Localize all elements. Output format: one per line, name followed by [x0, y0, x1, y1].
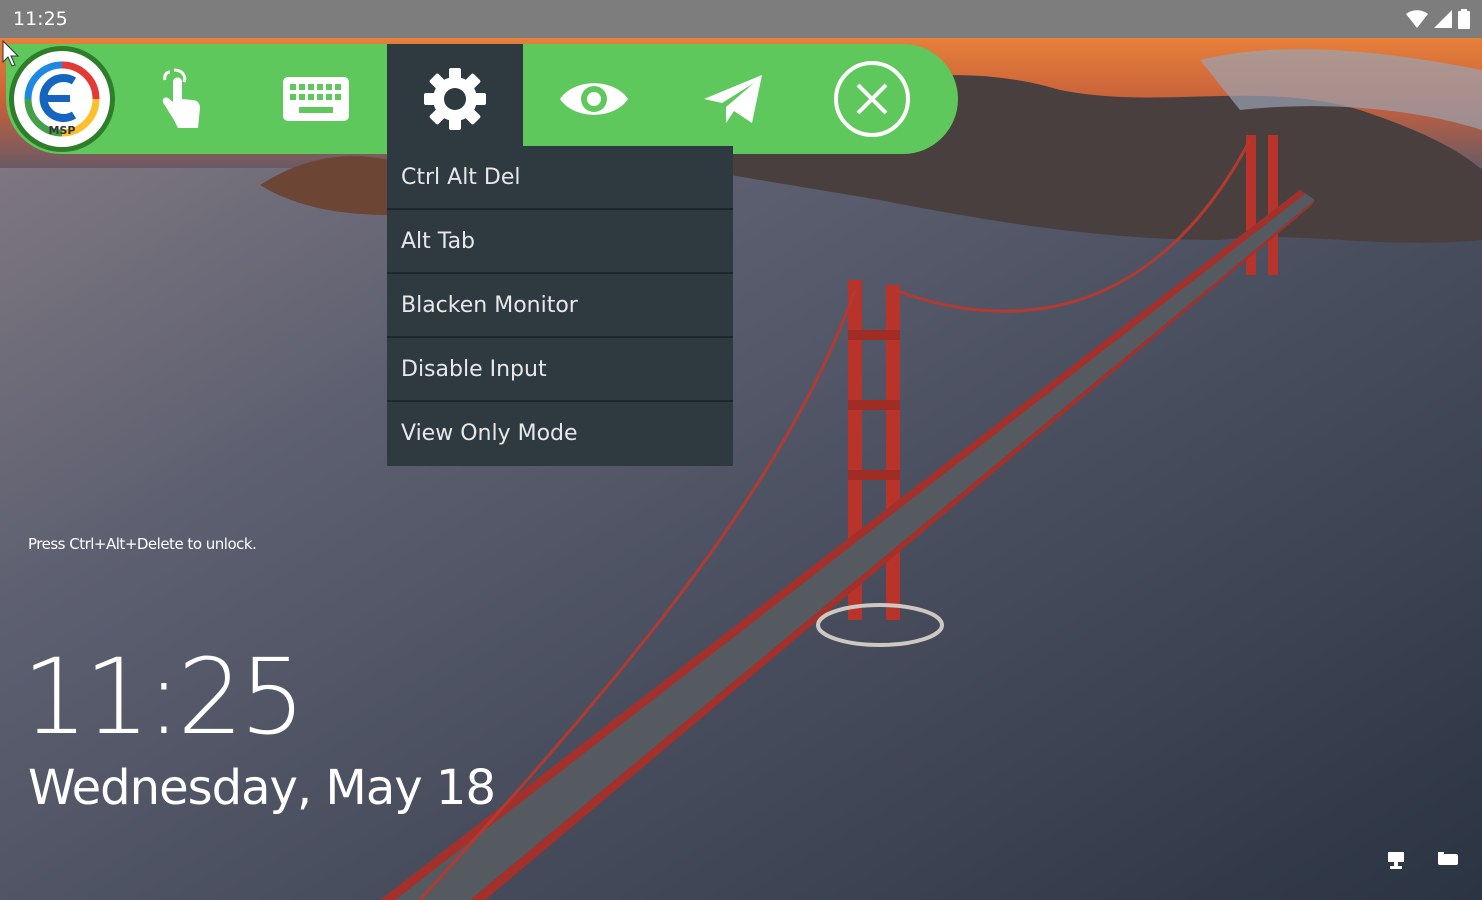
network-icon[interactable]	[1386, 852, 1408, 870]
paper-plane-icon	[704, 75, 762, 123]
gear-icon	[424, 68, 486, 130]
menu-item-disable-input[interactable]: Disable Input	[387, 338, 733, 402]
lock-screen-date: Wednesday, May 18	[28, 760, 496, 816]
signal-icon	[1434, 10, 1452, 28]
settings-menu: Ctrl Alt Del Alt Tab Blacken Monitor Dis…	[387, 146, 733, 466]
status-bar: 11:25	[0, 0, 1482, 38]
keyboard-icon	[283, 77, 349, 121]
power-icon[interactable]	[1438, 852, 1458, 866]
battery-icon	[1458, 9, 1470, 29]
wifi-icon	[1406, 10, 1428, 28]
menu-item-blacken-monitor[interactable]: Blacken Monitor	[387, 274, 733, 338]
close-icon	[834, 61, 910, 137]
lock-screen-tray	[1386, 852, 1458, 870]
settings-button[interactable]	[387, 44, 523, 154]
lock-screen-time: 11:25	[22, 636, 306, 758]
keyboard-button[interactable]	[266, 44, 366, 154]
menu-item-alt-tab[interactable]: Alt Tab	[387, 210, 733, 274]
send-button[interactable]	[684, 44, 784, 154]
mouse-cursor-icon	[2, 40, 20, 67]
menu-item-view-only-mode[interactable]: View Only Mode	[387, 402, 733, 466]
touch-mode-button[interactable]	[130, 44, 230, 154]
status-time: 11:25	[13, 8, 68, 30]
app-logo[interactable]: MSP	[9, 46, 115, 152]
eye-icon	[560, 83, 628, 115]
view-button[interactable]	[544, 44, 644, 154]
logo-text: MSP	[48, 124, 76, 137]
menu-item-ctrl-alt-del[interactable]: Ctrl Alt Del	[387, 146, 733, 210]
unlock-hint: Press Ctrl+Alt+Delete to unlock.	[28, 535, 257, 553]
touch-icon	[162, 68, 200, 128]
close-session-button[interactable]	[822, 44, 922, 154]
